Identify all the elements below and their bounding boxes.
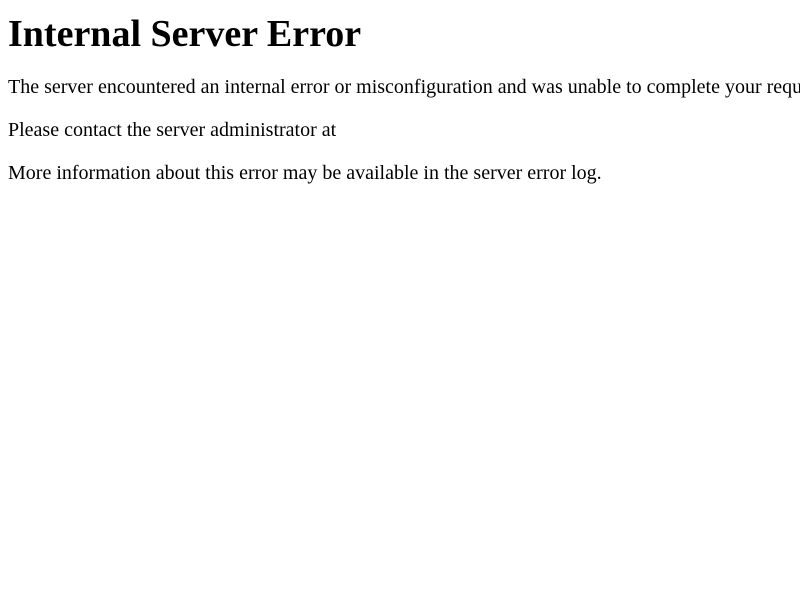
error-message-2: Please contact the server administrator … xyxy=(8,119,800,142)
error-title: Internal Server Error xyxy=(8,12,800,56)
error-message-1: The server encountered an internal error… xyxy=(8,76,800,99)
error-message-3: More information about this error may be… xyxy=(8,162,800,185)
